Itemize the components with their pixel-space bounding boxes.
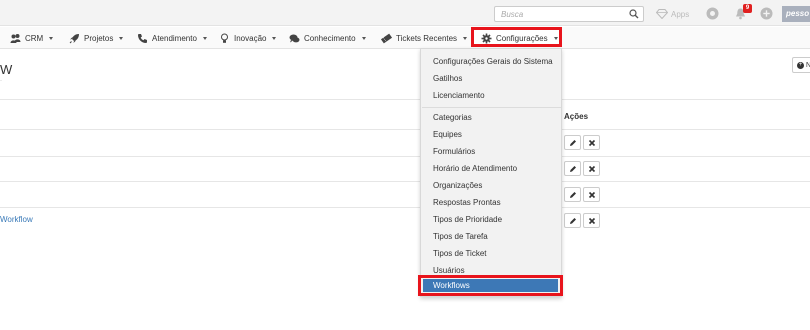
phone-icon — [138, 34, 147, 43]
pencil-icon — [569, 139, 576, 146]
pencil-icon — [569, 217, 576, 224]
caret-down-icon — [119, 37, 124, 40]
nav-projetos[interactable]: Projetos — [69, 32, 124, 45]
top-bar: Apps 9 pesso — [0, 0, 810, 26]
nav-label: Atendimento — [152, 34, 197, 43]
menu-item-organizacoes[interactable]: Organizações — [433, 181, 482, 190]
menu-item-configuracoes-gerais[interactable]: Configurações Gerais do Sistema — [433, 57, 553, 66]
nav-atendimento[interactable]: Atendimento — [137, 32, 207, 45]
nav-crm[interactable]: CRM — [10, 32, 54, 45]
gear-icon — [481, 33, 492, 44]
nav-label: Inovação — [234, 34, 267, 43]
menu-item-equipes[interactable]: Equipes — [433, 130, 462, 139]
nav-label: Configurações — [496, 34, 548, 43]
menu-item-tipos-ticket[interactable]: Tipos de Ticket — [433, 249, 487, 258]
menu-item-respostas-prontas[interactable]: Respostas Prontas — [433, 198, 501, 207]
nav-inovacao[interactable]: Inovação — [219, 32, 277, 45]
close-icon — [588, 165, 595, 172]
plus-circle-icon: + — [797, 61, 804, 69]
workflows-highlight — [418, 275, 563, 296]
pencil-icon — [569, 191, 576, 198]
notification-badge: 9 — [743, 4, 752, 13]
configuracoes-dropdown-menu: Configurações Gerais do Sistema Gatilhos… — [420, 48, 562, 297]
caret-down-icon — [553, 37, 558, 40]
menu-divider — [422, 107, 561, 108]
close-icon — [588, 139, 595, 146]
caret-down-icon — [361, 37, 366, 40]
edit-button[interactable] — [564, 213, 581, 228]
ticket-icon — [381, 33, 392, 44]
main-nav: CRM Projetos Atendimento Inovação Conhec… — [0, 27, 810, 49]
menu-item-formularios[interactable]: Formulários — [433, 147, 475, 156]
search-box[interactable] — [494, 6, 644, 22]
menu-item-gatilhos[interactable]: Gatilhos — [433, 74, 462, 83]
caret-down-icon — [272, 37, 277, 40]
table-row-divider — [0, 129, 810, 130]
chat-icon — [289, 34, 300, 43]
menu-item-tipos-tarefa[interactable]: Tipos de Tarefa — [433, 232, 488, 241]
apps-button[interactable]: Apps — [656, 8, 689, 20]
globe-icon[interactable] — [706, 7, 719, 20]
rocket-icon — [69, 34, 79, 44]
nav-label: Conhecimento — [304, 34, 356, 43]
new-workflow-button[interactable]: + N — [792, 57, 810, 73]
page-subtitle: · — [0, 78, 2, 84]
nav-conhecimento[interactable]: Conhecimento — [289, 32, 366, 45]
menu-item-usuarios[interactable]: Usuários — [433, 266, 465, 275]
pencil-icon — [569, 165, 576, 172]
menu-item-licenciamento[interactable]: Licenciamento — [433, 91, 485, 100]
nav-label: Tickets Recentes — [396, 34, 458, 43]
menu-item-tipos-prioridade[interactable]: Tipos de Prioridade — [433, 215, 502, 224]
plus-circle-icon[interactable] — [760, 7, 773, 20]
new-button-label: N — [806, 61, 810, 69]
apps-label: Apps — [671, 9, 690, 19]
close-icon — [588, 217, 595, 224]
page-title: W — [0, 62, 13, 77]
table-row-divider — [0, 156, 810, 157]
lightbulb-icon — [221, 33, 228, 43]
edit-button[interactable] — [564, 187, 581, 202]
menu-item-horario-atendimento[interactable]: Horário de Atendimento — [433, 164, 517, 173]
nav-tickets-recentes[interactable]: Tickets Recentes — [381, 32, 468, 45]
delete-button[interactable] — [583, 161, 600, 176]
menu-item-categorias[interactable]: Categorias — [433, 113, 472, 122]
table-row-divider — [0, 181, 810, 182]
actions-column-header: Ações — [564, 112, 589, 121]
nav-label: Projetos — [84, 34, 114, 43]
table-row-divider — [0, 207, 810, 208]
caret-down-icon — [49, 37, 54, 40]
nav-configuracoes[interactable]: Configurações — [481, 32, 558, 45]
nav-label: CRM — [25, 34, 44, 43]
caret-down-icon — [463, 37, 468, 40]
delete-button[interactable] — [583, 213, 600, 228]
people-icon — [10, 34, 21, 43]
search-icon[interactable] — [629, 9, 639, 19]
caret-down-icon — [202, 37, 207, 40]
edit-button[interactable] — [564, 135, 581, 150]
diamond-icon — [656, 9, 668, 19]
divider — [0, 99, 810, 100]
edit-button[interactable] — [564, 161, 581, 176]
workflow-link[interactable]: Workflow — [0, 215, 33, 224]
delete-button[interactable] — [583, 187, 600, 202]
user-menu[interactable]: pesso — [782, 6, 810, 22]
close-icon — [588, 191, 595, 198]
delete-button[interactable] — [583, 135, 600, 150]
search-input[interactable] — [495, 7, 627, 21]
